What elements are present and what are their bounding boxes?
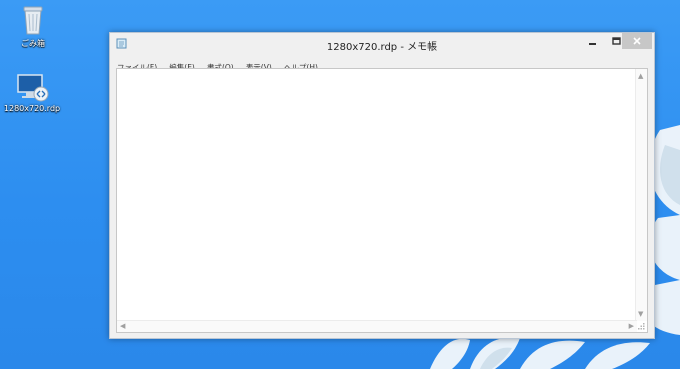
minimize-icon [589, 43, 596, 45]
scroll-down-icon[interactable]: ▼ [638, 310, 643, 318]
scroll-right-icon[interactable]: ▶ [629, 322, 634, 330]
desktop-icon-label: ごみ箱 [21, 39, 45, 48]
window-title: 1280x720.rdp - メモ帳 [326, 42, 438, 53]
vertical-scrollbar[interactable]: ▲ ▼ [635, 69, 647, 321]
resize-grip-icon[interactable] [637, 322, 646, 331]
desktop-icon-label: 1280x720.rdp [3, 104, 61, 113]
notepad-window: 1280x720.rdp - メモ帳 ファイル(F) 編集(E) 書式(O) 表… [109, 32, 655, 339]
horizontal-scrollbar[interactable]: ◀ ▶ [117, 320, 637, 332]
remote-desktop-icon [17, 74, 49, 102]
close-button[interactable] [622, 33, 652, 49]
menu-bar: ファイル(F) 編集(E) 書式(O) 表示(V) ヘルプ(H) [110, 55, 654, 72]
minimize-button[interactable] [580, 33, 604, 49]
recycle-bin-icon [23, 6, 43, 35]
scroll-left-icon[interactable]: ◀ [120, 322, 125, 330]
scroll-up-icon[interactable]: ▲ [638, 72, 643, 80]
title-bar[interactable]: 1280x720.rdp - メモ帳 [110, 33, 654, 55]
text-editor-area[interactable]: ▲ ▼ ◀ ▶ [116, 68, 648, 333]
close-icon [633, 37, 641, 45]
desktop-icon-recycle-bin[interactable]: ごみ箱 [3, 4, 63, 49]
desktop-icon-rdp-file[interactable]: 1280x720.rdp [2, 72, 62, 113]
